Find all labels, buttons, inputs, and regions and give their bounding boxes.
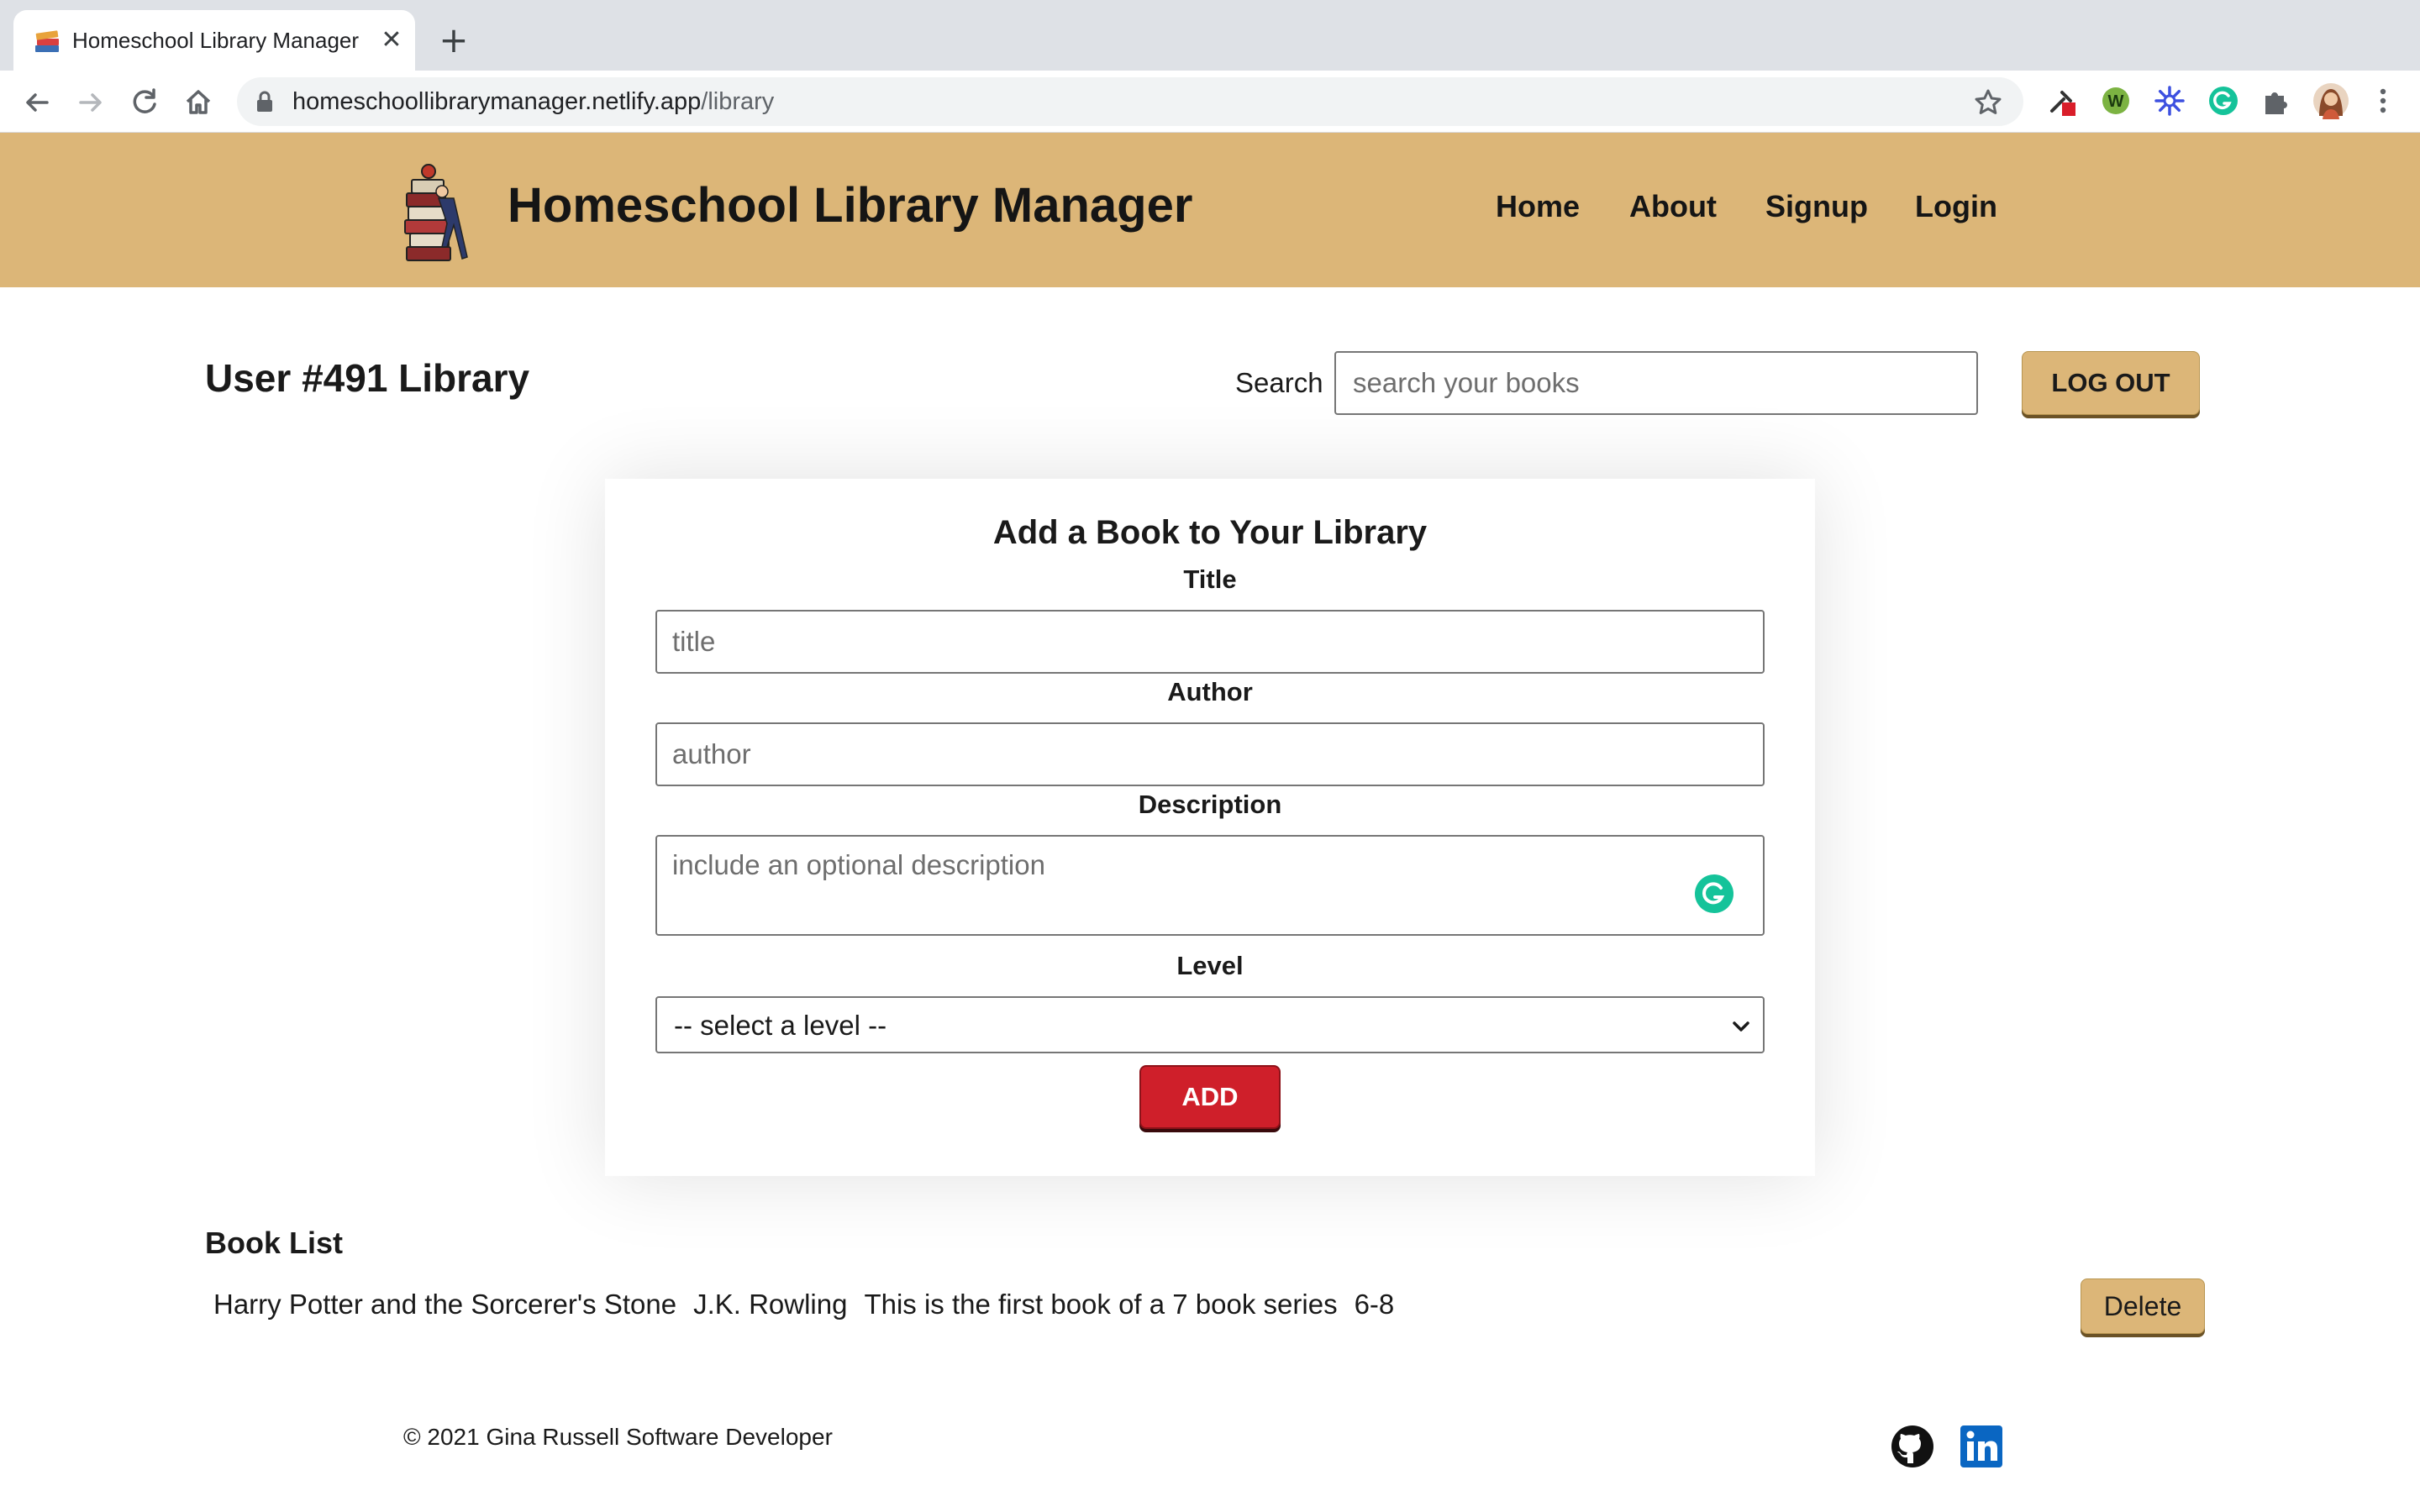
nav-link-signup[interactable]: Signup	[1765, 188, 1868, 225]
home-icon[interactable]	[180, 84, 217, 121]
tab-title: Homeschool Library Manager	[72, 28, 360, 53]
forward-arrow-icon[interactable]	[72, 84, 109, 121]
footer-copyright: © 2021 Gina Russell Software Developer	[403, 1424, 833, 1450]
book-list-heading: Book List	[205, 1226, 344, 1260]
delete-book-button[interactable]: Delete	[2081, 1278, 2205, 1334]
github-icon[interactable]	[1891, 1425, 1934, 1468]
linkedin-icon[interactable]	[1960, 1425, 2003, 1468]
level-label: Level	[1176, 951, 1244, 980]
description-label: Description	[1138, 790, 1282, 819]
site-header: Homeschool Library Manager Home About Si…	[0, 133, 2420, 287]
nav-link-login[interactable]: Login	[1915, 188, 1997, 225]
burst-extension-icon[interactable]	[2153, 84, 2186, 118]
address-bar[interactable]: homeschoollibrarymanager.netlify.app/lib…	[237, 77, 2023, 126]
grammarly-icon[interactable]	[1694, 874, 1734, 914]
url-path: /library	[701, 88, 775, 115]
book-title: Harry Potter and the Sorcerer's Stone	[213, 1289, 677, 1320]
w-extension-label: W	[2108, 92, 2124, 111]
chevron-down-icon	[1733, 1021, 1749, 1032]
close-tab-icon[interactable]: ✕	[376, 25, 407, 55]
author-label: Author	[1167, 677, 1253, 706]
puzzle-extensions-icon[interactable]	[2259, 84, 2292, 118]
logout-button[interactable]: LOG OUT	[2022, 351, 2200, 415]
author-input[interactable]	[655, 722, 1765, 786]
title-label: Title	[1183, 564, 1237, 594]
browser-menu-icon[interactable]	[2366, 84, 2400, 118]
new-tab-button[interactable]: +	[437, 23, 471, 58]
grammarly-extension-icon[interactable]	[2207, 84, 2240, 118]
back-arrow-icon[interactable]	[18, 84, 55, 121]
browser-tab[interactable]: Homeschool Library Manager ✕	[13, 10, 415, 71]
book-row: Harry Potter and the Sorcerer's Stone J.K…	[213, 1285, 1411, 1324]
w-extension-icon[interactable]: W	[2099, 84, 2133, 118]
browser-tabstrip: Homeschool Library Manager ✕ +	[0, 0, 2420, 71]
search-label: Search	[1235, 367, 1323, 398]
bookmark-star-icon[interactable]	[1973, 87, 2003, 118]
nav-link-about[interactable]: About	[1629, 188, 1717, 225]
book-stack-logo-icon[interactable]	[402, 163, 474, 265]
reload-icon[interactable]	[126, 84, 163, 121]
url-host: homeschoollibrarymanager.netlify.app	[292, 88, 702, 115]
search-input[interactable]	[1334, 351, 1978, 415]
profile-avatar[interactable]	[2312, 82, 2349, 119]
book-author: J.K. Rowling	[693, 1289, 848, 1320]
description-textarea[interactable]	[655, 835, 1765, 936]
add-book-form: Add a Book to Your Library Title Author …	[605, 479, 1815, 1176]
library-title: User #491 Library	[205, 356, 530, 400]
nav-link-home[interactable]: Home	[1496, 188, 1580, 225]
book-level: 6-8	[1354, 1289, 1395, 1320]
url-text: homeschoollibrarymanager.netlify.app/lib…	[292, 86, 774, 118]
add-book-button[interactable]: ADD	[1139, 1065, 1281, 1129]
level-select[interactable]: -- select a level --	[655, 996, 1765, 1053]
level-select-value: -- select a level --	[674, 1010, 887, 1041]
title-input[interactable]	[655, 610, 1765, 674]
form-heading: Add a Book to Your Library	[992, 514, 1428, 551]
books-favicon-icon	[35, 30, 59, 52]
lock-icon[interactable]	[255, 91, 274, 113]
site-title[interactable]: Homeschool Library Manager	[508, 173, 1192, 239]
eyedropper-extension-icon[interactable]	[2045, 84, 2079, 118]
book-description: This is the first book of a 7 book serie…	[864, 1289, 1338, 1320]
